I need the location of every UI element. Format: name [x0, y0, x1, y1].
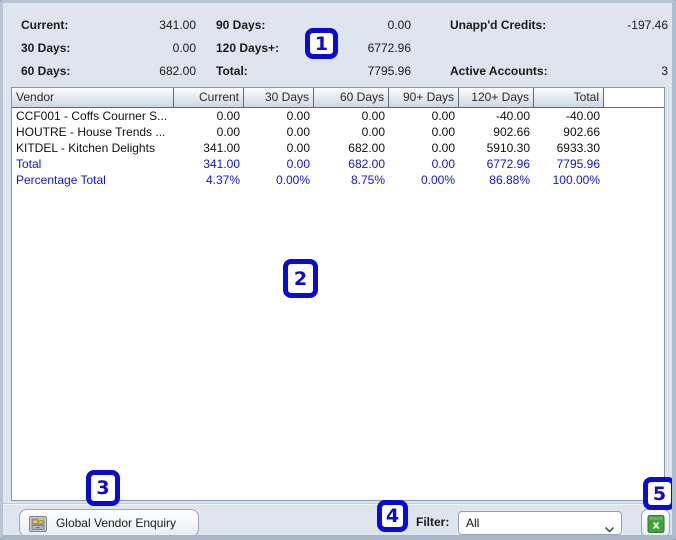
total-cell: 902.66 [563, 125, 600, 139]
total-label: Total: [216, 64, 248, 78]
current-cell: 4.37% [205, 173, 240, 187]
annotation-badge-3: 3 [86, 470, 120, 506]
60-days-cell: 8.75% [350, 173, 385, 187]
total-value: 7795.96 [367, 64, 411, 78]
30-days-cell: 0.00 [286, 157, 310, 171]
export-to-excel-button[interactable]: x [641, 509, 670, 535]
90-days-cell: 0.00% [420, 173, 455, 187]
column-header-filler [604, 88, 664, 107]
annotation-number: 2 [293, 267, 308, 290]
120-days-cell: -40.00 [495, 109, 530, 123]
90-days-label: 90 Days: [216, 18, 266, 32]
summary-row: 60 Days: 682.00 Total: 7795.96 Active Ac… [3, 63, 672, 79]
30-days-cell: 0.00 [286, 109, 310, 123]
annotation-number: 5 [652, 482, 667, 505]
active-accounts-label: Active Accounts: [450, 64, 548, 78]
total-cell: 100.00% [552, 173, 600, 187]
archive-drawer-icon [29, 515, 47, 532]
annotation-badge-1: 1 [305, 28, 338, 59]
filter-dropdown[interactable]: All [458, 511, 622, 535]
120-days-cell: 86.88% [489, 173, 530, 187]
vendor-cell: CCF001 - Coffs Courner S... [16, 109, 168, 123]
table-row[interactable]: CCF001 - Coffs Courner S... 0.00 0.00 0.… [12, 108, 664, 124]
90-days-cell: 0.00 [431, 125, 455, 139]
60-days-label: 60 Days: [21, 64, 71, 78]
current-label: Current: [21, 18, 69, 32]
table-row-total[interactable]: Total 341.00 0.00 682.00 0.00 6772.96 77… [12, 156, 664, 172]
60-days-cell: 682.00 [348, 141, 385, 155]
current-value: 341.00 [159, 18, 196, 32]
current-cell: 0.00 [216, 109, 240, 123]
30-days-value: 0.00 [172, 41, 196, 55]
global-vendor-enquiry-button[interactable]: Global Vendor Enquiry [19, 509, 199, 535]
30-days-cell: 0.00% [275, 173, 310, 187]
table-row[interactable]: HOUTRE - House Trends ... 0.00 0.00 0.00… [12, 124, 664, 140]
summary-row: Current: 341.00 90 Days: 0.00 Unapp'd Cr… [3, 17, 672, 33]
chevron-down-icon [604, 519, 615, 533]
unappd-credits-label: Unapp'd Credits: [450, 18, 547, 32]
vendor-aging-window: Current: 341.00 90 Days: 0.00 Unapp'd Cr… [0, 0, 676, 540]
30-days-label: 30 Days: [21, 41, 71, 55]
column-header-60-days[interactable]: 60 Days [314, 88, 389, 107]
90-days-cell: 0.00 [431, 109, 455, 123]
current-cell: 341.00 [203, 141, 240, 155]
90-days-cell: 0.00 [431, 141, 455, 155]
annotation-badge-2: 2 [283, 259, 318, 298]
column-header-120-days[interactable]: 120+ Days [459, 88, 534, 107]
annotation-number: 4 [385, 505, 400, 527]
annotation-badge-5: 5 [643, 477, 672, 510]
column-header-90-days[interactable]: 90+ Days [389, 88, 459, 107]
60-days-cell: 0.00 [361, 109, 385, 123]
60-days-cell: 682.00 [348, 157, 385, 171]
table-row-percentage-total[interactable]: Percentage Total 4.37% 0.00% 8.75% 0.00%… [12, 172, 664, 188]
current-cell: 0.00 [216, 125, 240, 139]
column-header-total[interactable]: Total [534, 88, 604, 107]
table-row[interactable]: KITDEL - Kitchen Delights 341.00 0.00 68… [12, 140, 664, 156]
120-days-cell: 5910.30 [486, 141, 530, 155]
vendor-cell: HOUTRE - House Trends ... [16, 125, 166, 139]
total-cell: 6933.30 [556, 141, 600, 155]
column-header-current[interactable]: Current [174, 88, 244, 107]
filter-label: Filter: [416, 515, 450, 529]
annotation-number: 1 [314, 32, 329, 55]
column-header-30-days[interactable]: 30 Days [244, 88, 314, 107]
30-days-cell: 0.00 [286, 141, 310, 155]
vendor-cell: KITDEL - Kitchen Delights [16, 141, 155, 155]
filter-selected-value: All [466, 516, 480, 530]
60-days-value: 682.00 [159, 64, 196, 78]
annotation-badge-4: 4 [377, 500, 408, 532]
current-cell: 341.00 [203, 157, 240, 171]
120-days-cell: 6772.96 [486, 157, 530, 171]
120-days-label: 120 Days+: [216, 41, 280, 55]
120-days-cell: 902.66 [493, 125, 530, 139]
total-cell: -40.00 [565, 109, 600, 123]
vendor-cell: Total [16, 157, 42, 171]
footer-bar: Global Vendor Enquiry Filter: All x [3, 503, 672, 535]
90-days-cell: 0.00 [431, 157, 455, 171]
total-cell: 7795.96 [556, 157, 600, 171]
table-header-row: Vendor Current 30 Days 60 Days 90+ Days … [12, 88, 664, 108]
column-header-vendor[interactable]: Vendor [12, 88, 174, 107]
unappd-credits-value: -197.46 [627, 18, 668, 32]
global-vendor-enquiry-label: Global Vendor Enquiry [55, 516, 177, 530]
30-days-cell: 0.00 [286, 125, 310, 139]
vendor-cell: Percentage Total [16, 173, 106, 187]
active-accounts-value: 3 [661, 64, 668, 78]
vendor-aging-table: Vendor Current 30 Days 60 Days 90+ Days … [11, 87, 665, 501]
svg-text:x: x [652, 519, 659, 532]
annotation-number: 3 [96, 477, 110, 499]
60-days-cell: 0.00 [361, 125, 385, 139]
